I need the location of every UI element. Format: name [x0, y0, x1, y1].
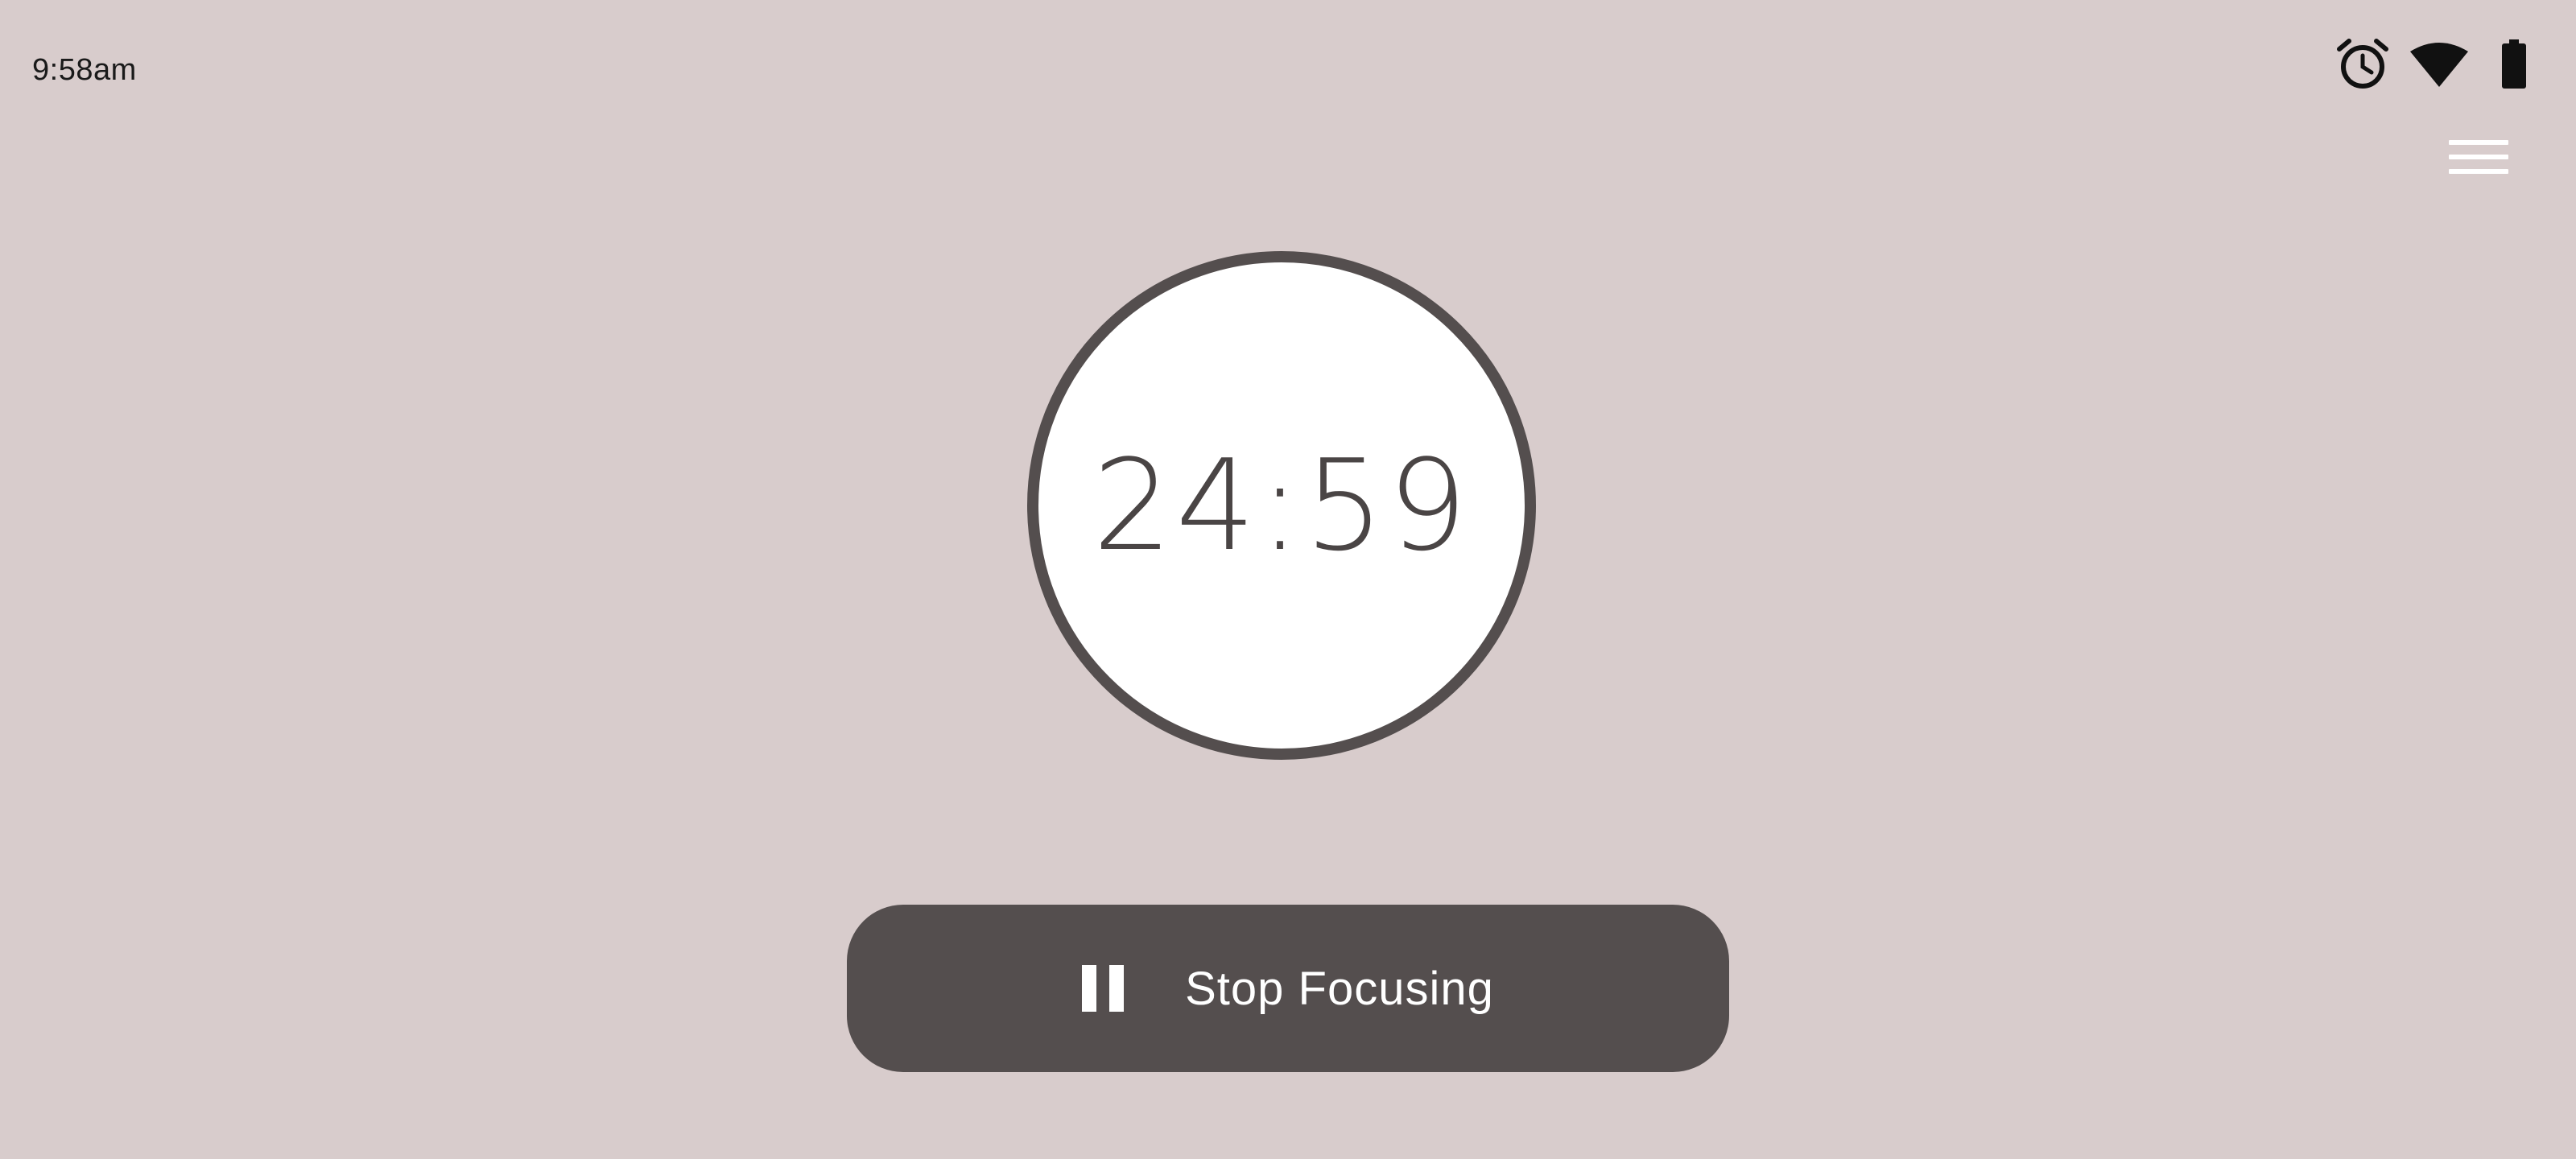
battery-icon: [2500, 39, 2528, 89]
hamburger-menu-icon[interactable]: [2449, 137, 2512, 182]
stop-focusing-button[interactable]: Stop Focusing: [847, 905, 1729, 1072]
wifi-icon: [2409, 40, 2470, 89]
status-icons: [2334, 32, 2528, 97]
menu-line: [2449, 169, 2508, 174]
pause-icon: [1082, 965, 1125, 1012]
menu-line: [2449, 140, 2508, 145]
alarm-icon: [2334, 36, 2391, 93]
timer-display: 24:59: [1092, 432, 1471, 579]
menu-line: [2449, 155, 2508, 159]
status-time: 9:58am: [32, 53, 137, 87]
timer-circle: 24:59: [1027, 251, 1536, 760]
stop-focusing-label: Stop Focusing: [1185, 962, 1494, 1015]
